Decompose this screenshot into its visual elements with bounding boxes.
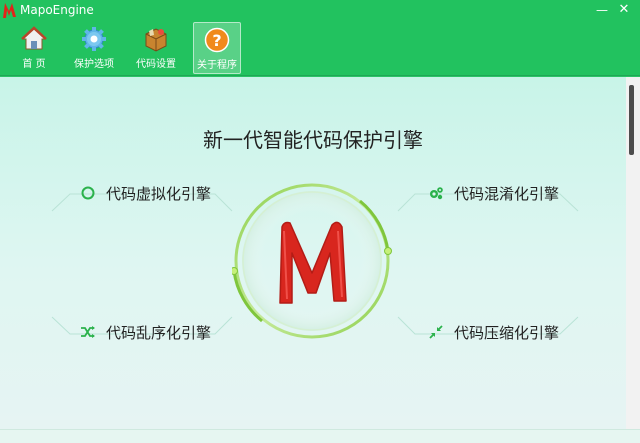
feature-compression-label: 代码压缩化引擎 bbox=[454, 324, 560, 342]
window-title: MapoEngine bbox=[20, 3, 94, 17]
main-content: 新一代智能代码保护引擎 代码虚拟化引擎 代码混淆化引擎 代码乱序化引擎 代码压缩… bbox=[0, 77, 626, 429]
feature-virtualization-label: 代码虚拟化引擎 bbox=[106, 185, 212, 203]
minimize-button[interactable]: — bbox=[592, 0, 612, 20]
gear-icon bbox=[82, 27, 106, 51]
toolbar-about-label: 关于程序 bbox=[197, 60, 237, 71]
feature-shuffle-label: 代码乱序化引擎 bbox=[106, 324, 212, 342]
toolbar-protect-options-label: 保护选项 bbox=[74, 59, 114, 70]
toolbar-home-label: 首 页 bbox=[22, 59, 46, 70]
mapo-logo-icon bbox=[3, 3, 16, 18]
bottom-bar bbox=[0, 429, 640, 443]
close-button[interactable]: ✕ bbox=[614, 0, 634, 20]
feature-obfuscation-label: 代码混淆化引擎 bbox=[454, 185, 560, 203]
compress-icon bbox=[429, 325, 443, 339]
home-icon bbox=[21, 26, 47, 50]
toolbar-home-button[interactable]: 首 页 bbox=[14, 22, 54, 74]
gears-icon bbox=[430, 187, 443, 200]
help-icon: ? bbox=[204, 27, 230, 53]
shuffle-icon bbox=[81, 326, 95, 338]
package-icon bbox=[145, 28, 167, 52]
toolbar-code-settings-button[interactable]: 代码设置 bbox=[130, 22, 182, 74]
vertical-scrollbar[interactable] bbox=[626, 77, 640, 429]
toolbar-code-settings-label: 代码设置 bbox=[136, 59, 176, 70]
title-bar: MapoEngine — ✕ bbox=[0, 0, 640, 20]
center-emblem bbox=[232, 183, 392, 339]
main-toolbar: 首 页 保护选项 代码设置 ? 关于程序 bbox=[0, 20, 640, 76]
svg-text:?: ? bbox=[212, 31, 221, 50]
toolbar-about-button[interactable]: ? 关于程序 bbox=[193, 22, 241, 74]
toolbar-protect-options-button[interactable]: 保护选项 bbox=[68, 22, 120, 74]
scrollbar-thumb[interactable] bbox=[629, 85, 634, 155]
circle-icon bbox=[81, 186, 95, 200]
